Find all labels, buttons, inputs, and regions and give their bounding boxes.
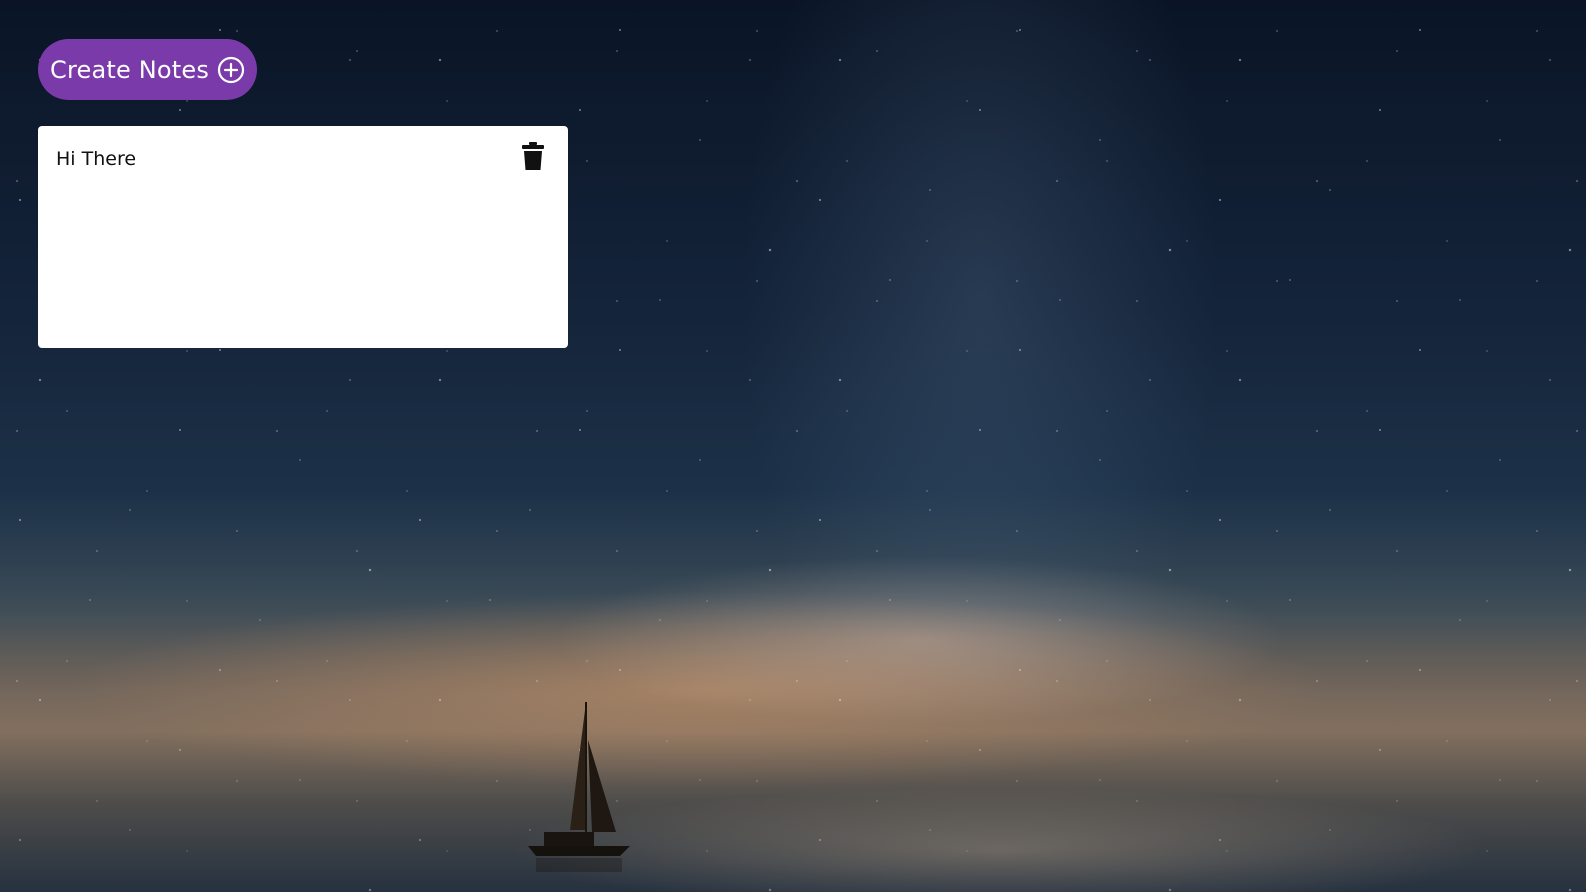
sailboat-silhouette — [528, 702, 630, 872]
trash-icon — [522, 142, 544, 170]
plus-circle-icon — [217, 56, 245, 83]
create-notes-label: Create Notes — [50, 55, 210, 84]
note-text[interactable]: Hi There — [56, 148, 136, 170]
horizon-glow — [0, 560, 1586, 892]
create-notes-button[interactable]: Create Notes — [38, 39, 258, 100]
note-card[interactable]: Hi There — [38, 126, 568, 348]
delete-note-button[interactable] — [520, 140, 546, 172]
